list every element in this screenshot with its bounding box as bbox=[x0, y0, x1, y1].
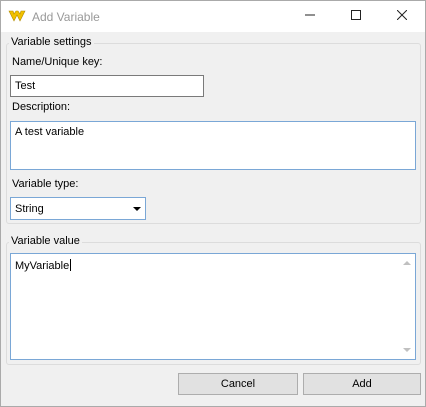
minimize-icon bbox=[305, 10, 315, 23]
maximize-button[interactable] bbox=[333, 1, 379, 32]
cancel-button[interactable]: Cancel bbox=[178, 373, 298, 395]
variable-value-content: MyVariable bbox=[15, 260, 70, 272]
scroll-up-icon[interactable] bbox=[403, 261, 411, 265]
variable-value-text: MyVariable bbox=[15, 259, 72, 272]
description-field[interactable]: A test variable bbox=[10, 121, 416, 170]
window-title: Add Variable bbox=[32, 10, 100, 24]
close-button[interactable] bbox=[379, 1, 425, 32]
name-field[interactable]: Test bbox=[10, 75, 204, 97]
app-logo-icon bbox=[8, 9, 26, 23]
variable-type-value: String bbox=[15, 203, 44, 215]
variable-settings-legend: Variable settings bbox=[9, 36, 94, 48]
vertical-scrollbar[interactable] bbox=[399, 254, 415, 359]
add-variable-dialog: Add Variable Variable settings Name/Uniq… bbox=[0, 0, 426, 407]
variable-value-field[interactable]: MyVariable bbox=[10, 253, 416, 360]
chevron-down-icon bbox=[133, 207, 141, 211]
add-button[interactable]: Add bbox=[303, 373, 421, 395]
text-caret bbox=[70, 259, 72, 271]
close-icon bbox=[396, 9, 408, 23]
minimize-button[interactable] bbox=[287, 1, 333, 32]
maximize-icon bbox=[351, 10, 361, 23]
description-label: Description: bbox=[12, 101, 71, 113]
variable-type-select[interactable]: String bbox=[10, 197, 146, 220]
title-bar[interactable]: Add Variable bbox=[1, 1, 425, 32]
variable-type-label: Variable type: bbox=[12, 178, 79, 190]
variable-value-legend: Variable value bbox=[9, 235, 82, 247]
name-label: Name/Unique key: bbox=[12, 56, 103, 68]
scroll-down-icon[interactable] bbox=[403, 348, 411, 352]
